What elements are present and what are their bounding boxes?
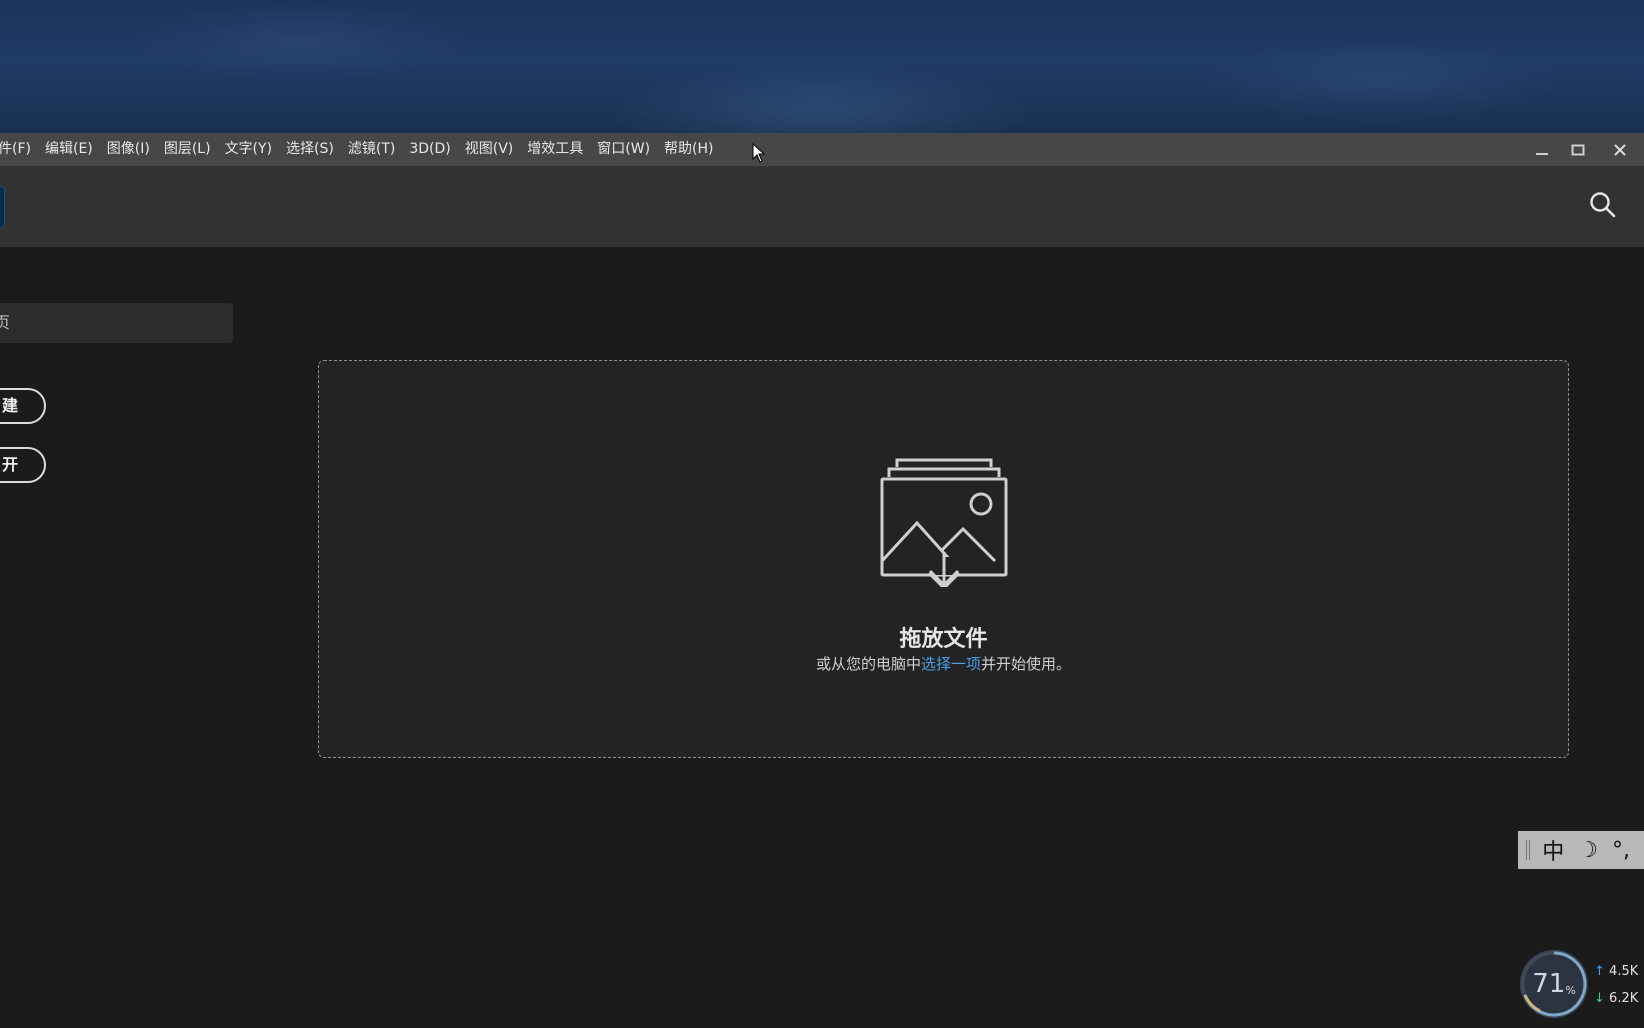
drop-sub-prefix: 或从您的电脑中 [815,655,921,673]
photoshop-window: 件(F) 编辑(E) 图像(I) 图层(L) 文字(Y) 选择(S) 滤镜(T)… [0,133,1644,1028]
upload-speed: 4.5K [1609,964,1639,979]
maximize-icon [1571,144,1585,155]
search-button[interactable] [1588,190,1618,220]
menu-type[interactable]: 文字(Y) [218,133,279,166]
close-icon [1614,143,1626,156]
drop-subtitle: 或从您的电脑中选择一项并开始使用。 [319,653,1568,674]
download-arrow-icon: ↓ [1594,991,1605,1006]
cpu-usage-gauge[interactable]: 71% [1520,950,1588,1018]
home-button[interactable] [0,186,5,228]
menubar: 件(F) 编辑(E) 图像(I) 图层(L) 文字(Y) 选择(S) 滤镜(T)… [0,133,1644,166]
network-speed: ↑ 4.5K ↓ 6.2K [1594,958,1638,1012]
search-icon [1590,192,1616,218]
upload-arrow-icon: ↑ [1594,964,1605,979]
drop-sub-suffix: 并开始使用。 [981,655,1072,673]
menu-select[interactable]: 选择(S) [279,133,341,166]
menu-image[interactable]: 图像(I) [100,133,157,166]
choose-file-link[interactable]: 选择一项 [921,655,981,673]
menu-filter[interactable]: 滤镜(T) [341,133,402,166]
minimize-icon [1536,152,1548,155]
home-toolbar [0,166,1644,247]
menu-window[interactable]: 窗口(W) [590,133,657,166]
maximize-button[interactable] [1560,133,1596,166]
menu-3d[interactable]: 3D(D) [402,133,457,166]
drop-title: 拖放文件 [899,627,988,652]
menu-layer[interactable]: 图层(L) [157,133,218,166]
new-file-button[interactable]: 建 [0,388,46,424]
mouse-cursor-icon [752,143,766,163]
cpu-percent-value: 71 [1532,969,1566,999]
menu-help[interactable]: 帮助(H) [657,133,720,166]
minimize-button[interactable] [1524,133,1560,166]
menu-file[interactable]: 件(F) [0,133,38,166]
ime-toolbar: 中 ☽ °, [1518,831,1644,869]
menu-view[interactable]: 视图(V) [458,133,521,166]
ime-punctuation-toggle[interactable]: °, [1612,838,1630,863]
window-controls [1524,133,1644,166]
image-drop-icon [880,458,1008,587]
close-button[interactable] [1596,133,1644,166]
sidebar-search-field[interactable]: 页 [0,303,233,343]
ime-moon-icon[interactable]: ☽ [1578,838,1598,863]
menu-edit[interactable]: 编辑(E) [38,133,100,166]
open-file-button[interactable]: 开 [0,447,46,483]
desktop-wallpaper [0,0,1644,133]
file-drop-zone[interactable]: 拖放文件 或从您的电脑中选择一项并开始使用。 [318,360,1569,758]
cpu-percent-sign: % [1565,983,1576,997]
ime-language-toggle[interactable]: 中 [1542,834,1564,866]
ime-drag-handle[interactable] [1526,840,1531,860]
menu-plugins[interactable]: 增效工具 [520,133,590,166]
download-speed: 6.2K [1609,991,1639,1006]
